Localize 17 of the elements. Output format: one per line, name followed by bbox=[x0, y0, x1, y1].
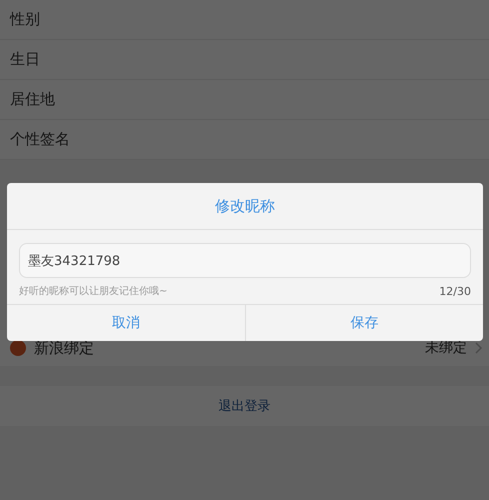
chevron-right-icon bbox=[475, 342, 483, 354]
binding-status: 未绑定 bbox=[425, 339, 467, 357]
row-label: 个性签名 bbox=[10, 130, 70, 149]
profile-row[interactable]: 生日 bbox=[0, 40, 489, 80]
dialog-title: 修改昵称 bbox=[7, 183, 483, 230]
save-button[interactable]: 保存 bbox=[244, 305, 483, 341]
profile-row[interactable]: 个性签名 bbox=[0, 120, 489, 160]
nickname-field[interactable]: 墨友34321798 bbox=[19, 243, 471, 278]
logout-button[interactable]: 退出登录 bbox=[0, 386, 489, 426]
hint-text: 好听的昵称可以让朋友记住你哦~ bbox=[19, 284, 168, 298]
profile-row[interactable]: 居住地 bbox=[0, 80, 489, 120]
row-label: 居住地 bbox=[10, 90, 55, 109]
profile-row[interactable]: 性别 bbox=[0, 0, 489, 40]
row-label: 新浪绑定 bbox=[34, 338, 94, 358]
row-label: 性别 bbox=[10, 10, 40, 29]
row-label: 生日 bbox=[10, 50, 40, 69]
char-counter: 12/30 bbox=[439, 284, 471, 298]
